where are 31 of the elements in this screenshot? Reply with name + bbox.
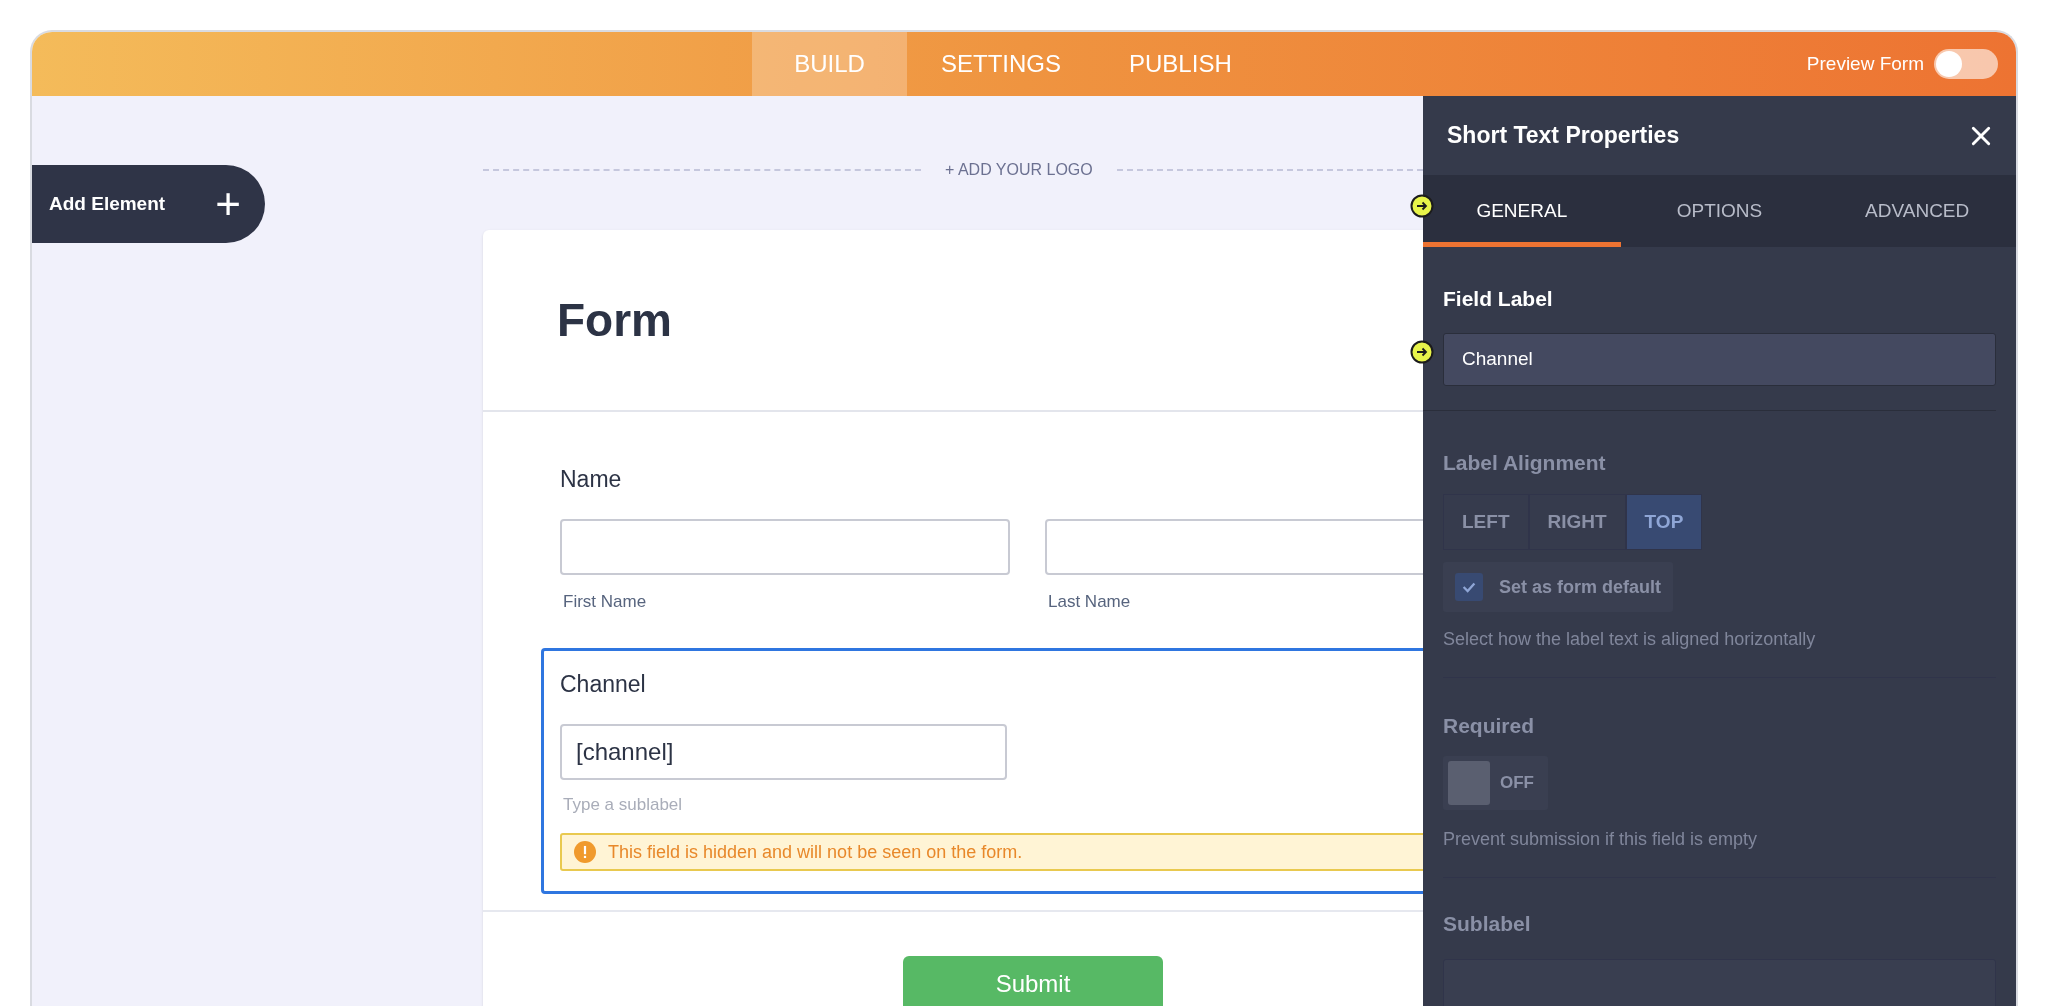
form-title: Form	[557, 292, 672, 348]
preview-form-label: Preview Form	[1806, 51, 1924, 76]
hint-text: Prevent submission if this field is empty	[1443, 827, 1759, 851]
alignment-option[interactable]: TOP	[1625, 494, 1703, 550]
sublabel-title: Sublabel	[1443, 910, 1532, 937]
plus-icon: +	[215, 182, 241, 226]
panel-tab[interactable]: OPTIONS	[1620, 175, 1819, 247]
tab[interactable]: BUILD	[752, 32, 907, 96]
tab[interactable]: PUBLISH	[1095, 32, 1266, 96]
sublabel: Last Name	[1048, 590, 1132, 613]
field-label-title: Field Label	[1443, 286, 1554, 312]
hint-text: Select how the label text is aligned horizontally	[1443, 628, 1817, 651]
alignment-option[interactable]: RIGHT	[1528, 494, 1626, 550]
sublabel-input[interactable]: Type a sublabel	[560, 789, 689, 819]
warning-text: This field is hidden and will not be seen on the form.	[608, 840, 1023, 864]
required-title: Required	[1443, 713, 1535, 739]
submit-button[interactable]: Submit	[903, 956, 1163, 1006]
add-logo-link[interactable]: + ADD YOUR LOGO	[921, 158, 1117, 182]
tab[interactable]: SETTINGS	[907, 32, 1095, 96]
label-alignment-title: Label Alignment	[1443, 449, 1607, 476]
sublabel: First Name	[563, 590, 648, 613]
panel-tab[interactable]: ADVANCED	[1818, 175, 2016, 247]
form-default-checkbox[interactable]: Set as form default	[1443, 562, 1674, 612]
field-label-input[interactable]: Channel	[1443, 332, 1996, 386]
field-label: Name	[560, 465, 623, 494]
alignment-option[interactable]: LEFT	[1443, 494, 1529, 550]
text-input[interactable]: [channel]	[560, 723, 1007, 780]
field-label: Channel	[560, 670, 647, 699]
add-element-button[interactable]: Add Element +	[32, 165, 265, 243]
required-toggle[interactable]: OFF	[1443, 755, 1548, 810]
panel-title: Short Text Properties	[1447, 121, 1680, 151]
